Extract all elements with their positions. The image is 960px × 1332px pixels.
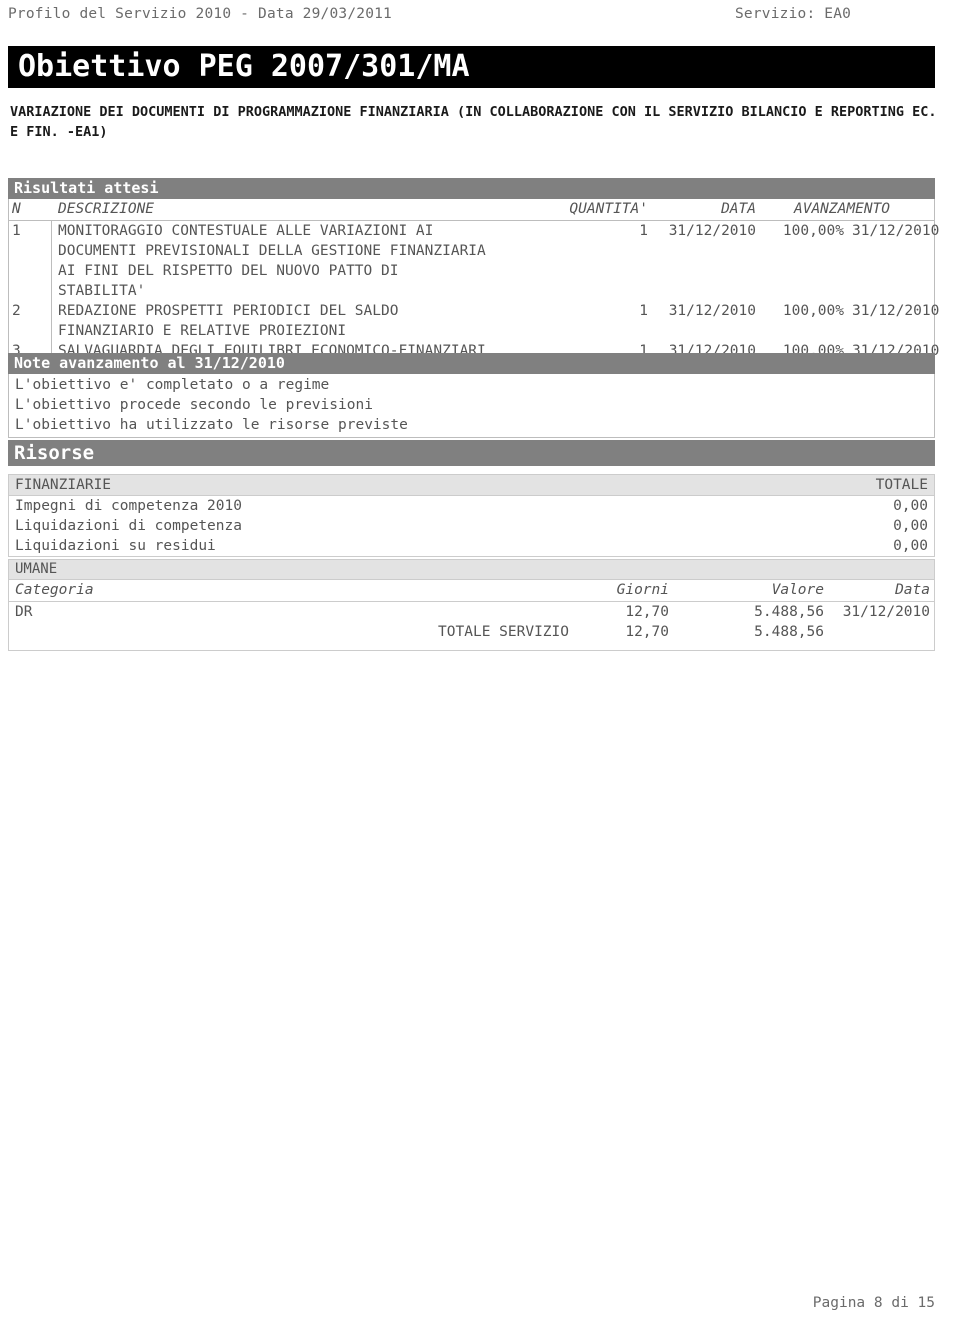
risultati-attesi-header: Risultati attesi xyxy=(8,178,935,199)
table-row: 2 REDAZIONE PROSPETTI PERIODICI DEL SALD… xyxy=(8,301,940,321)
col-header-avanzamento: AVANZAMENTO xyxy=(793,201,891,217)
col-header-giorni: Giorni xyxy=(616,582,669,598)
col-header-totale: TOTALE xyxy=(875,477,928,493)
risorse-header: Risorse xyxy=(8,440,935,466)
row-avanzamento-perc: 100,00% xyxy=(782,223,844,239)
risultati-attesi-section: Risultati attesi N DESCRIZIONE QUANTITA'… xyxy=(8,178,940,362)
row-giorni: 12,70 xyxy=(625,604,669,620)
risorse-finanziarie-table: FINANZIARIE TOTALE Impegni di competenza… xyxy=(8,474,935,557)
total-label: TOTALE SERVIZIO xyxy=(438,624,569,640)
col-header-data: DATA xyxy=(721,201,756,217)
row-quantita: 1 xyxy=(639,303,648,319)
running-head-left: Profilo del Servizio 2010 - Data 29/03/2… xyxy=(8,6,392,22)
table-row: Impegni di competenza 2010 0,00 xyxy=(9,496,934,516)
col-header-categoria: Categoria xyxy=(15,582,94,598)
risultati-attesi-column-header: N DESCRIZIONE QUANTITA' DATA AVANZAMENTO xyxy=(8,199,935,221)
row-total: 0,00 xyxy=(893,498,928,514)
table-total-row: TOTALE SERVIZIO 12,70 5.488,56 xyxy=(9,622,934,642)
row-description: REDAZIONE PROSPETTI PERIODICI DEL SALDO xyxy=(58,303,399,319)
total-valore: 5.488,56 xyxy=(754,624,824,640)
table-row-continuation: AI FINI DEL RISPETTO DEL NUOVO PATTO DI xyxy=(8,261,935,281)
note-avanzamento-header: Note avanzamento al 31/12/2010 xyxy=(8,353,935,374)
total-giorni: 12,70 xyxy=(625,624,669,640)
row-label: Liquidazioni di competenza xyxy=(15,518,242,534)
finanziarie-column-header: FINANZIARIE TOTALE xyxy=(9,475,934,496)
row-valore: 5.488,56 xyxy=(754,604,824,620)
umane-section-label: UMANE xyxy=(9,560,934,580)
table-row: 1 MONITORAGGIO CONTESTUALE ALLE VARIAZIO… xyxy=(8,221,940,241)
table-row-continuation: FINANZIARIO E RELATIVE PROIEZIONI xyxy=(8,321,935,341)
row-description-line: FINANZIARIO E RELATIVE PROIEZIONI xyxy=(58,323,347,339)
row-total: 0,00 xyxy=(893,518,928,534)
row-number: 2 xyxy=(12,303,21,319)
col-header-finanziarie: FINANZIARIE xyxy=(15,477,112,493)
page-footer: Pagina 8 di 15 xyxy=(812,1295,935,1311)
note-avanzamento-section: Note avanzamento al 31/12/2010 L'obietti… xyxy=(8,353,935,438)
row-label: Impegni di competenza 2010 xyxy=(15,498,242,514)
row-description-line: STABILITA' xyxy=(58,283,146,299)
table-row: Liquidazioni su residui 0,00 xyxy=(9,536,934,556)
col-header-descrizione: DESCRIZIONE xyxy=(58,201,155,217)
row-avanzamento-data: 31/12/2010 xyxy=(852,223,940,239)
col-header-data: Data xyxy=(895,582,930,598)
row-avanzamento-perc: 100,00% xyxy=(782,303,844,319)
col-header-valore: Valore xyxy=(771,582,824,598)
row-data: 31/12/2010 xyxy=(668,303,756,319)
note-line: L'obiettivo ha utilizzato le risorse pre… xyxy=(15,417,408,433)
umane-column-header: Categoria Giorni Valore Data xyxy=(9,580,934,602)
note-line: L'obiettivo procede secondo le prevision… xyxy=(15,397,373,413)
table-row: DR 12,70 5.488,56 31/12/2010 xyxy=(9,602,934,622)
running-head: Profilo del Servizio 2010 - Data 29/03/2… xyxy=(0,6,960,26)
row-data: 31/12/2010 xyxy=(842,604,930,620)
risultati-attesi-body: 1 MONITORAGGIO CONTESTUALE ALLE VARIAZIO… xyxy=(8,221,940,362)
table-bottom-spacer xyxy=(9,642,934,650)
running-head-right: Servizio: EA0 xyxy=(735,6,852,22)
row-label: Liquidazioni su residui xyxy=(15,538,216,554)
row-data: 31/12/2010 xyxy=(668,223,756,239)
row-quantita: 1 xyxy=(639,223,648,239)
row-description-line: DOCUMENTI PREVISIONALI DELLA GESTIONE FI… xyxy=(58,243,486,259)
table-row-continuation: DOCUMENTI PREVISIONALI DELLA GESTIONE FI… xyxy=(8,241,935,261)
table-row-continuation: STABILITA' xyxy=(8,281,935,301)
row-description-line: AI FINI DEL RISPETTO DEL NUOVO PATTO DI xyxy=(58,263,399,279)
row-description: MONITORAGGIO CONTESTUALE ALLE VARIAZIONI… xyxy=(58,223,434,239)
table-right-border xyxy=(934,199,935,220)
objective-subtitle: VARIAZIONE DEI DOCUMENTI DI PROGRAMMAZIO… xyxy=(10,104,945,140)
row-categoria: DR xyxy=(15,604,33,620)
col-header-quantita: QUANTITA' xyxy=(569,201,648,217)
note-line: L'obiettivo e' completato o a regime xyxy=(15,377,330,393)
table-row: Liquidazioni di competenza 0,00 xyxy=(9,516,934,536)
row-number: 1 xyxy=(12,223,21,239)
table-left-border xyxy=(8,199,9,220)
risorse-umane-table: UMANE Categoria Giorni Valore Data DR 12… xyxy=(8,559,935,651)
document-page: Profilo del Servizio 2010 - Data 29/03/2… xyxy=(0,0,960,1332)
page-title: Obiettivo PEG 2007/301/MA xyxy=(8,46,935,88)
note-avanzamento-body: L'obiettivo e' completato o a regime L'o… xyxy=(8,374,935,438)
col-header-n: N xyxy=(12,201,21,217)
row-total: 0,00 xyxy=(893,538,928,554)
row-avanzamento-data: 31/12/2010 xyxy=(852,303,940,319)
